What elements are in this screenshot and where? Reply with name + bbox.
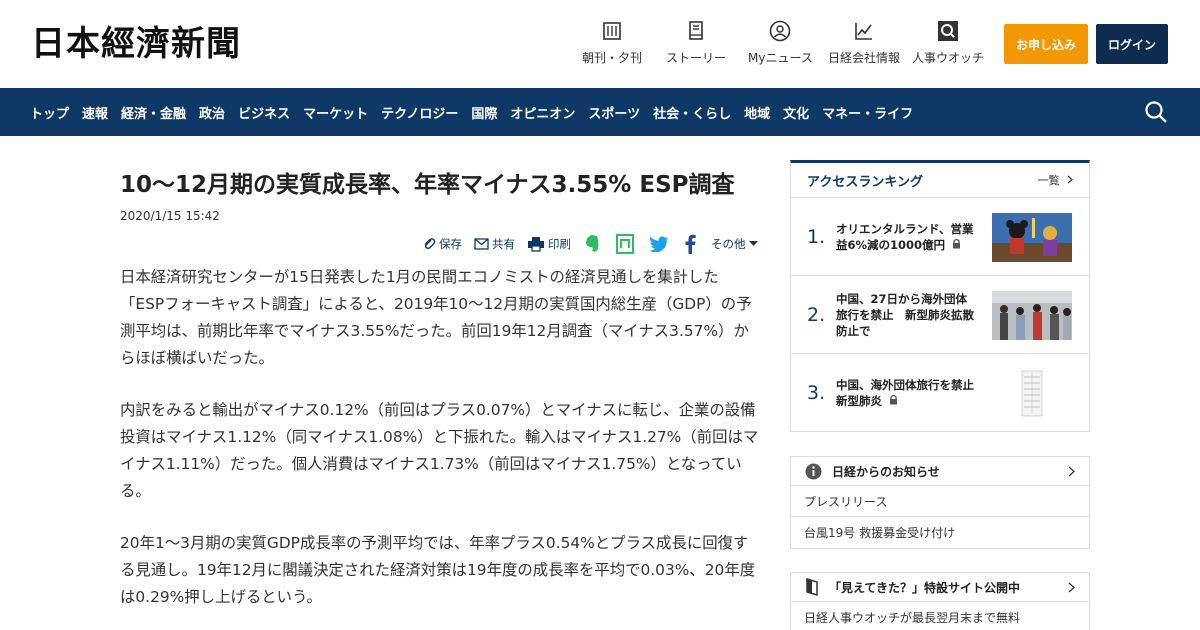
chevron-right-icon bbox=[1068, 466, 1075, 477]
category-technology[interactable]: テクノロジー bbox=[381, 103, 458, 122]
airport-crowd-thumbnail[interactable] bbox=[992, 291, 1072, 340]
lock-icon bbox=[890, 394, 898, 405]
notice-link[interactable]: 台風19号 救援募金受け付け bbox=[791, 517, 1089, 548]
nav-my-news[interactable]: Myニュース bbox=[748, 20, 813, 66]
notice-title: 日経からのお知らせ bbox=[832, 464, 940, 479]
nav-label: 人事ウオッチ bbox=[912, 51, 985, 65]
facebook-icon bbox=[685, 234, 696, 254]
access-ranking: アクセスランキング 一覧 1. オリエンタルランド、営業益6%減の1000億円 … bbox=[790, 160, 1090, 432]
nav-label: 日経会社情報 bbox=[828, 51, 901, 65]
save-label: 保存 bbox=[439, 237, 462, 251]
ranking-headline-text: 中国、海外団体旅行を禁止 新型肺炎 bbox=[836, 378, 986, 408]
search-book-icon bbox=[937, 20, 959, 42]
nav-label: ストーリー bbox=[666, 51, 727, 65]
article-paragraph: 20年1～3月期の実質GDP成長率の予測平均では、年率プラス0.54%とプラス成… bbox=[120, 534, 756, 606]
ranking-number: 2. bbox=[807, 304, 826, 326]
nav-company-info[interactable]: 日経会社情報 bbox=[828, 20, 900, 66]
ranking-headline[interactable]: 中国、海外団体旅行を禁止 新型肺炎 bbox=[836, 354, 986, 432]
category-money-life[interactable]: マネー・ライフ bbox=[822, 103, 913, 122]
login-button[interactable]: ログイン bbox=[1096, 24, 1168, 64]
chevron-right-icon bbox=[1068, 582, 1075, 593]
article-body: 日本経済研究センターが15日発表した1月の民間エコノミストの経済見通しを集計した… bbox=[120, 264, 760, 630]
article-date: 2020/1/15 15:42 bbox=[120, 209, 220, 223]
special-header[interactable]: 「見えてきた？」特設サイト公開中 bbox=[791, 573, 1089, 602]
category-economy-finance[interactable]: 経済・金融 bbox=[121, 103, 186, 122]
ranking-header: アクセスランキング 一覧 bbox=[791, 163, 1089, 198]
ranking-more-link[interactable]: 一覧 bbox=[1038, 172, 1074, 188]
newspaper-icon bbox=[601, 20, 623, 42]
nav-label: Myニュース bbox=[748, 51, 813, 65]
table-thumbnail[interactable] bbox=[992, 369, 1072, 418]
category-society[interactable]: 社会・くらし bbox=[653, 103, 731, 122]
more-share-button[interactable]: その他 bbox=[711, 236, 761, 252]
disney-parade-thumbnail[interactable] bbox=[992, 213, 1072, 262]
print-button[interactable]: 印刷 bbox=[527, 236, 571, 252]
special-link[interactable]: 日経人事ウオッチが最長翌月末まで無料 bbox=[791, 602, 1089, 630]
info-icon bbox=[805, 463, 822, 479]
printer-icon bbox=[528, 237, 544, 252]
nav-label: 朝刊・夕刊 bbox=[582, 51, 643, 65]
ranking-item[interactable]: 3. 中国、海外団体旅行を禁止 新型肺炎 bbox=[791, 354, 1089, 432]
category-list: トップ 速報 経済・金融 政治 ビジネス マーケット テクノロジー 国際 オピニ… bbox=[30, 88, 926, 136]
nav-story[interactable]: ストーリー bbox=[666, 20, 726, 66]
article-paragraph: 日本経済研究センターが15日発表した1月の民間エコノミストの経済見通しを集計した… bbox=[120, 268, 752, 367]
category-business[interactable]: ビジネス bbox=[238, 103, 290, 122]
more-label: その他 bbox=[711, 237, 746, 251]
article-paragraph: 内訳をみると輸出がマイナス0.12%（前回はプラス0.07%）とマイナスに転じ、… bbox=[120, 401, 759, 500]
ranking-title: アクセスランキング bbox=[807, 174, 923, 190]
caret-down-icon bbox=[748, 241, 758, 246]
search-icon[interactable] bbox=[1144, 100, 1168, 124]
nav-personnel-watch[interactable]: 人事ウオッチ bbox=[912, 20, 984, 66]
share-button[interactable]: 共有 bbox=[474, 236, 515, 252]
lock-icon bbox=[953, 238, 961, 249]
chart-icon bbox=[853, 20, 875, 42]
chevron-right-icon bbox=[1067, 175, 1073, 184]
ranking-headline[interactable]: 中国、27日から海外団体旅行を禁止 新型肺炎拡散防止で bbox=[836, 276, 976, 354]
nav-morning-evening-edition[interactable]: 朝刊・夕刊 bbox=[582, 20, 642, 66]
nikkei-notice-box: 日経からのお知らせ プレスリリース 台風19号 救援募金受け付け bbox=[790, 456, 1090, 549]
ranking-headline[interactable]: オリエンタルランド、営業益6%減の1000億円 bbox=[836, 198, 976, 276]
print-label: 印刷 bbox=[548, 237, 571, 251]
note-icon bbox=[616, 234, 634, 254]
mail-icon bbox=[474, 238, 489, 250]
subscribe-button[interactable]: お申し込み bbox=[1004, 24, 1088, 64]
article-title: 10～12月期の実質成長率、年率マイナス3.55% ESP調査 bbox=[120, 172, 735, 198]
category-nav: トップ 速報 経済・金融 政治 ビジネス マーケット テクノロジー 国際 オピニ… bbox=[0, 88, 1200, 136]
ranking-item[interactable]: 2. 中国、27日から海外団体旅行を禁止 新型肺炎拡散防止で bbox=[791, 276, 1089, 354]
ranking-number: 1. bbox=[807, 226, 826, 248]
shield-icon bbox=[806, 578, 818, 596]
save-button[interactable]: 保存 bbox=[422, 236, 462, 252]
category-breaking[interactable]: 速報 bbox=[82, 103, 108, 122]
twitter-icon bbox=[649, 236, 668, 252]
twitter-button[interactable] bbox=[649, 236, 672, 252]
evernote-icon bbox=[586, 235, 599, 252]
site-header: 日本經濟新聞 朝刊・夕刊 ストーリー Myニュース 日経会社情報 人事ウオッチ … bbox=[0, 0, 1200, 88]
note-button[interactable] bbox=[616, 234, 637, 254]
category-sports[interactable]: スポーツ bbox=[588, 103, 640, 122]
person-icon bbox=[769, 20, 791, 42]
category-top[interactable]: トップ bbox=[30, 103, 69, 122]
share-toolbar: 保存 共有 印刷 その他 bbox=[422, 233, 773, 255]
ranking-more-label: 一覧 bbox=[1037, 174, 1060, 187]
ranking-item[interactable]: 1. オリエンタルランド、営業益6%減の1000億円 bbox=[791, 198, 1089, 276]
special-site-box: 「見えてきた？」特設サイト公開中 日経人事ウオッチが最長翌月末まで無料 bbox=[790, 572, 1090, 630]
category-international[interactable]: 国際 bbox=[471, 103, 497, 122]
facebook-button[interactable] bbox=[684, 234, 699, 254]
category-market[interactable]: マーケット bbox=[303, 103, 368, 122]
share-label: 共有 bbox=[492, 237, 515, 251]
clip-icon bbox=[424, 238, 436, 250]
category-politics[interactable]: 政治 bbox=[199, 103, 225, 122]
notice-link[interactable]: プレスリリース bbox=[791, 486, 1089, 517]
evernote-button[interactable] bbox=[583, 234, 604, 254]
category-culture[interactable]: 文化 bbox=[783, 103, 809, 122]
category-region[interactable]: 地域 bbox=[744, 103, 770, 122]
category-opinion[interactable]: オピニオン bbox=[510, 103, 575, 122]
ranking-number: 3. bbox=[807, 382, 826, 404]
story-icon bbox=[685, 20, 707, 42]
site-logo[interactable]: 日本經濟新聞 bbox=[31, 23, 241, 65]
notice-header[interactable]: 日経からのお知らせ bbox=[791, 457, 1089, 486]
special-title: 「見えてきた？」特設サイト公開中 bbox=[829, 580, 1021, 595]
